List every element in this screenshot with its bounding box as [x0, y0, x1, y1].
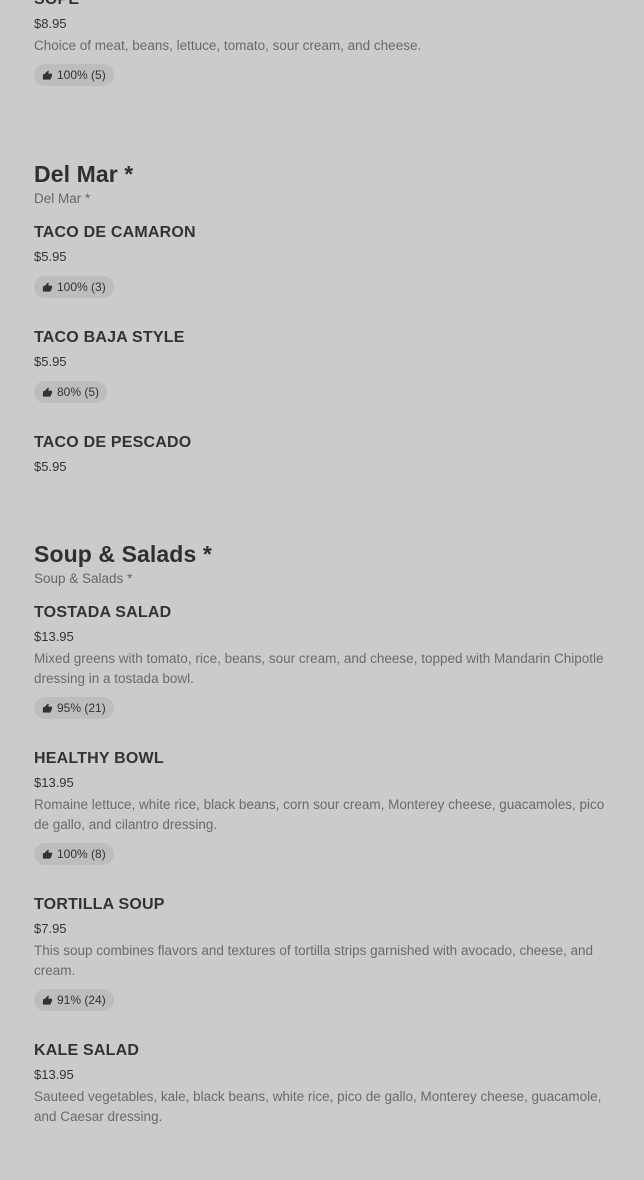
menu-item-price: $13.95	[34, 775, 74, 790]
menu-item[interactable]: TACO DE CAMARON $5.95 100% (3)	[34, 221, 614, 326]
menu-item-price: $13.95	[34, 1067, 74, 1082]
menu-item-price: $7.95	[34, 921, 67, 936]
rating-badge: 91% (24)	[34, 989, 114, 1011]
menu-item-name: TACO DE PESCADO	[34, 434, 192, 451]
menu-item-price: $13.95	[34, 629, 74, 644]
menu-list: SOPE $8.95 Choice of meat, beans, lettuce,…	[34, 0, 614, 1155]
menu-item[interactable]: TOSTADA SALAD $13.95 Mixed greens with tom…	[34, 601, 614, 747]
rating-text: 91% (24)	[57, 993, 106, 1007]
menu-item-description: This soup combines flavors and textures …	[34, 943, 594, 978]
thumbs-up-icon	[42, 702, 53, 713]
rating-text: 100% (5)	[57, 68, 106, 82]
menu-item-description: Mixed greens with tomato, rice, beans, s…	[34, 651, 604, 686]
menu-item[interactable]: HEALTHY BOWL $13.95 Romaine lettuce, white…	[34, 747, 614, 893]
section-title: Soup & Salads *	[34, 541, 212, 567]
menu-item-name: TACO DE CAMARON	[34, 224, 196, 241]
menu-item[interactable]: TORTILLA SOUP $7.95 This soup combines fla…	[34, 893, 614, 1039]
section-subtitle: Soup & Salads *	[34, 571, 133, 586]
thumbs-up-icon	[42, 69, 53, 80]
thumbs-up-icon	[42, 848, 53, 859]
menu-item[interactable]: TACO BAJA STYLE $5.95 80% (5)	[34, 326, 614, 431]
menu-item-price: $8.95	[34, 16, 67, 31]
menu-item-description: Sauteed vegetables, kale, black beans, w…	[34, 1089, 602, 1124]
menu-item-name: KALE SALAD	[34, 1042, 140, 1059]
menu-item-name: TACO BAJA STYLE	[34, 329, 185, 346]
menu-item-name: TOSTADA SALAD	[34, 604, 172, 621]
rating-text: 100% (8)	[57, 847, 106, 861]
menu-item-price: $5.95	[34, 459, 67, 474]
thumbs-up-icon	[42, 281, 53, 292]
rating-badge: 95% (21)	[34, 697, 114, 719]
menu-item-price: $5.95	[34, 249, 67, 264]
section-subtitle: Del Mar *	[34, 191, 91, 206]
menu-item-description: Romaine lettuce, white rice, black beans…	[34, 797, 605, 832]
section-title: Del Mar *	[34, 161, 134, 187]
menu-page: SOPE $8.95 Choice of meat, beans, lettuce,…	[0, 0, 644, 1180]
rating-badge: 100% (5)	[34, 64, 114, 86]
rating-text: 95% (21)	[57, 701, 106, 715]
rating-badge: 100% (8)	[34, 843, 114, 865]
menu-item-price: $5.95	[34, 354, 67, 369]
rating-badge: 80% (5)	[34, 381, 108, 403]
menu-item-name: SOPE	[34, 0, 614, 12]
menu-item-name: TORTILLA SOUP	[34, 896, 165, 913]
menu-item[interactable]: TACO DE PESCADO $5.95	[34, 431, 614, 506]
thumbs-up-icon	[42, 386, 53, 397]
menu-item-description: Choice of meat, beans, lettuce, tomato, …	[34, 38, 422, 53]
rating-text: 80% (5)	[57, 385, 100, 399]
thumbs-up-icon	[42, 994, 53, 1005]
menu-item[interactable]: SOPE $8.95 Choice of meat, beans, lettuce,…	[34, 0, 614, 126]
menu-item-name: HEALTHY BOWL	[34, 750, 164, 767]
menu-item[interactable]: KALE SALAD $13.95 Sauteed vegetables, kale…	[34, 1039, 614, 1155]
rating-badge: 100% (3)	[34, 276, 114, 298]
rating-text: 100% (3)	[57, 280, 106, 294]
